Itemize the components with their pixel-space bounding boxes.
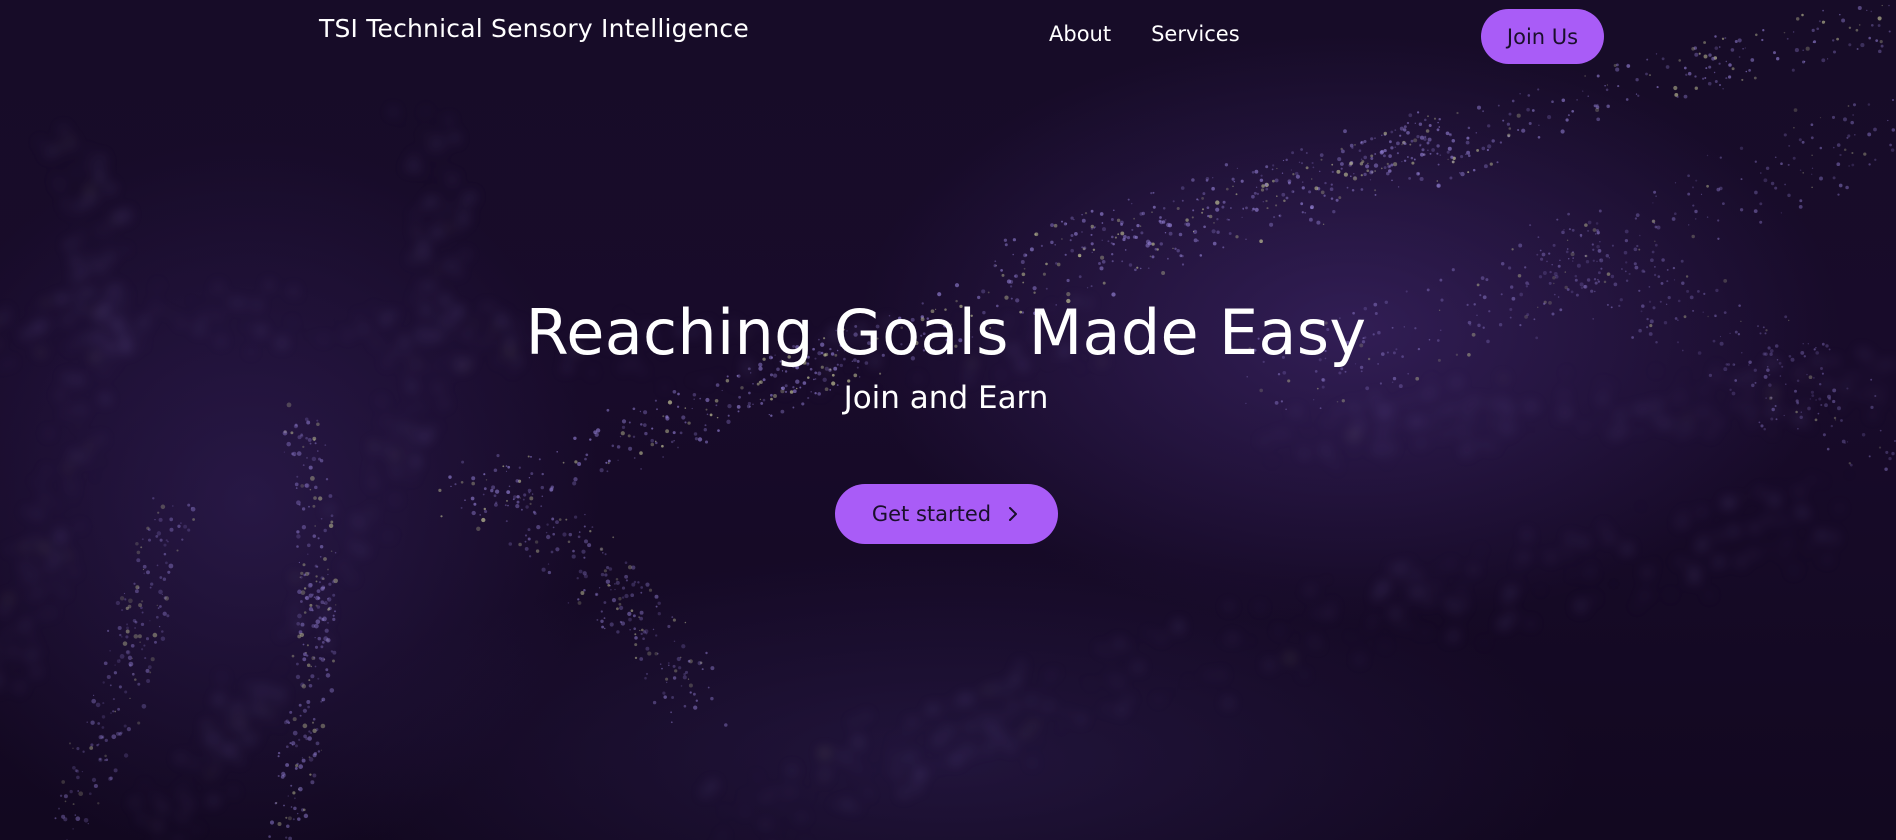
nav-services[interactable]: Services (1151, 22, 1240, 46)
get-started-button[interactable]: Get started (835, 484, 1058, 544)
hero-section: TSI Technical Sensory Intelligence About… (0, 0, 1896, 840)
nav-about[interactable]: About (1049, 22, 1111, 46)
hero-subheadline: Join and Earn (843, 380, 1049, 416)
main-nav: About Services (1049, 22, 1240, 46)
site-title[interactable]: TSI Technical Sensory Intelligence (319, 14, 749, 43)
particle-background (0, 4, 1896, 840)
hero-headline: Reaching Goals Made Easy (525, 296, 1367, 369)
chevron-right-icon (1009, 507, 1018, 521)
get-started-label: Get started (871, 502, 992, 526)
join-us-button[interactable]: Join Us (1481, 9, 1604, 64)
